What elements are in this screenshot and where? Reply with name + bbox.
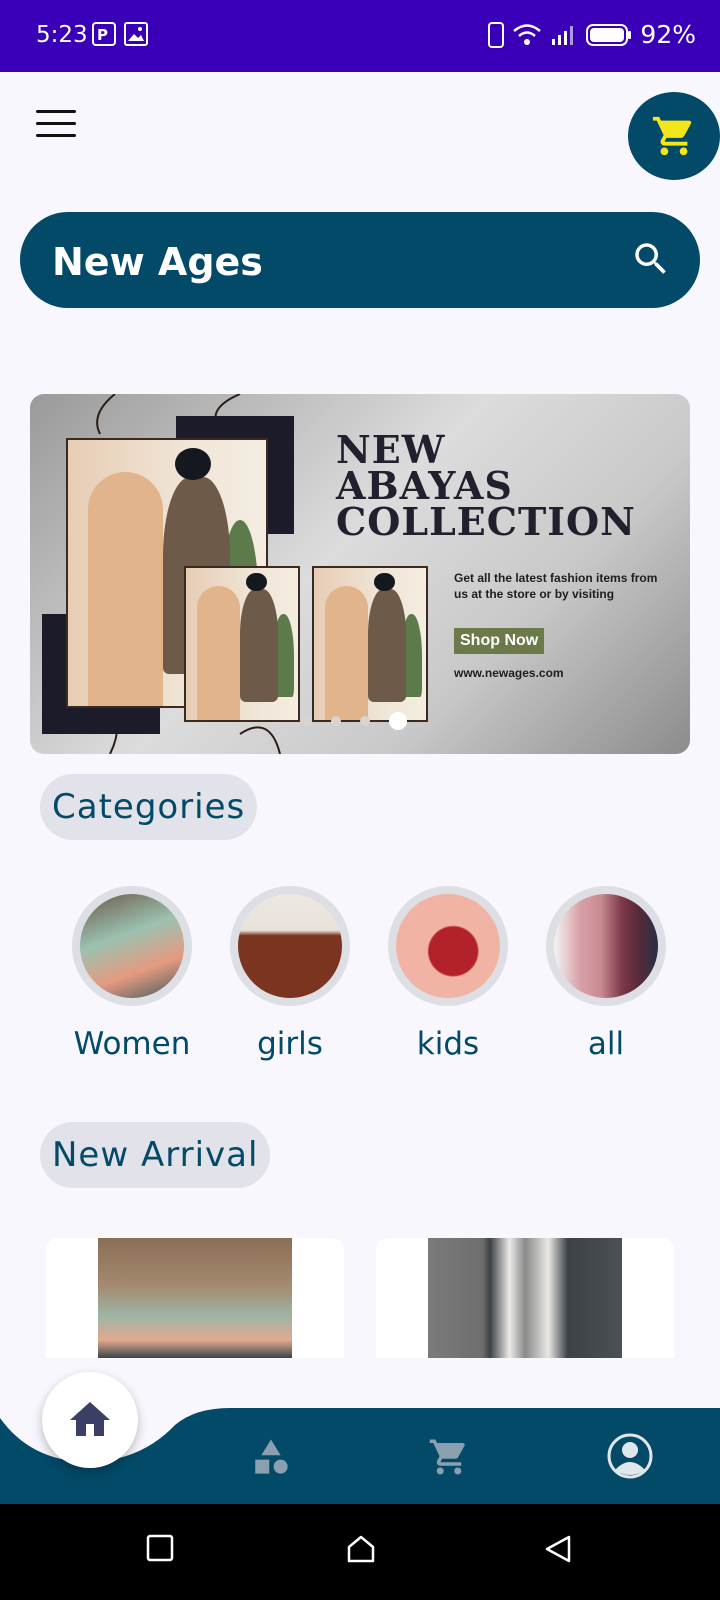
app-notification-icon: P — [92, 22, 116, 46]
category-women[interactable]: Women — [62, 886, 202, 1062]
system-navigation-bar — [0, 1504, 720, 1600]
carousel-dot[interactable] — [302, 716, 312, 726]
search-bar[interactable]: New Ages — [20, 212, 700, 308]
home-icon — [70, 1402, 110, 1436]
category-kids[interactable]: kids — [378, 886, 518, 1062]
category-girls[interactable]: girls — [220, 886, 360, 1062]
category-image — [554, 894, 658, 998]
category-image — [396, 894, 500, 998]
promo-banner[interactable]: NEW ABAYAS COLLECTION Get all the latest… — [30, 394, 690, 754]
category-image — [80, 894, 184, 998]
gallery-notification-icon — [124, 22, 148, 46]
svg-text:P: P — [97, 26, 108, 44]
product-card[interactable] — [376, 1238, 674, 1358]
carousel-dot[interactable] — [331, 716, 341, 726]
status-time: 5:23 — [36, 22, 88, 48]
cart-button[interactable] — [628, 92, 720, 180]
back-icon[interactable] — [544, 1534, 572, 1564]
product-card[interactable] — [46, 1238, 344, 1358]
cart-icon[interactable] — [428, 1436, 470, 1478]
banner-heading: NEW ABAYAS COLLECTION — [336, 427, 636, 544]
system-home-icon[interactable] — [346, 1534, 376, 1564]
category-image — [238, 894, 342, 998]
carousel-dot-active[interactable] — [389, 712, 407, 730]
search-icon[interactable] — [630, 238, 672, 280]
banner-photo-small-1 — [184, 566, 300, 722]
battery-level: 92% — [640, 20, 696, 49]
status-bar: 5:23 P 92% — [0, 0, 720, 72]
nav-home-button[interactable] — [42, 1372, 138, 1468]
shop-now-button[interactable]: Shop Now — [454, 628, 545, 654]
carousel-dot[interactable] — [360, 716, 370, 726]
recents-icon[interactable] — [146, 1534, 174, 1562]
banner-website: www.newages.com — [454, 666, 564, 680]
wifi-icon — [513, 23, 542, 45]
shopping-cart-icon — [652, 116, 692, 156]
product-image — [428, 1238, 622, 1358]
profile-icon[interactable] — [606, 1432, 654, 1480]
banner-photo-small-2 — [312, 566, 428, 722]
battery-icon — [586, 23, 632, 46]
carousel-indicator[interactable] — [302, 712, 407, 730]
categories-shapes-icon[interactable] — [250, 1436, 292, 1478]
signal-icon — [552, 25, 574, 45]
banner-subtitle: Get all the latest fashion items from us… — [454, 571, 658, 601]
new-arrival-heading: New Arrival — [40, 1122, 271, 1188]
categories-heading: Categories — [40, 774, 258, 840]
product-image — [98, 1238, 292, 1358]
hamburger-menu-icon[interactable] — [36, 110, 76, 142]
app-title: New Ages — [52, 240, 263, 284]
phone-icon — [488, 21, 505, 48]
category-all[interactable]: all — [536, 886, 676, 1062]
